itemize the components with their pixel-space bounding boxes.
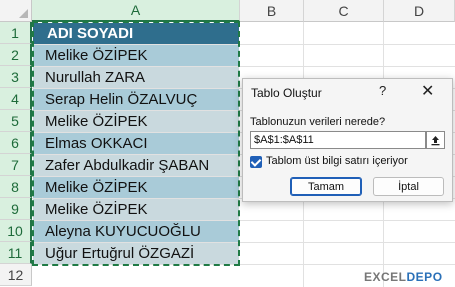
column-header-d[interactable]: D (384, 0, 455, 22)
column-header-c[interactable]: C (304, 0, 384, 22)
logo-text-accent: DEPO (406, 270, 443, 284)
row-header-9[interactable]: 9 (0, 198, 32, 220)
excel-depo-logo: EXCELDEPO (364, 270, 443, 284)
create-table-dialog: Tablo Oluştur ? ✕ Tablonuzun verileri ne… (242, 78, 453, 202)
row-header-7[interactable]: 7 (0, 154, 32, 176)
row-header-5[interactable]: 5 (0, 110, 32, 132)
row-header-12[interactable]: 12 (0, 264, 32, 286)
column-header-a[interactable]: A (32, 0, 240, 22)
row-header-2[interactable]: 2 (0, 44, 32, 66)
selection-marquee (32, 21, 240, 266)
dialog-title: Tablo Oluştur (251, 86, 322, 100)
close-icon[interactable]: ✕ (421, 81, 434, 101)
collapse-arrow-icon (431, 135, 440, 145)
row-header-8[interactable]: 8 (0, 176, 32, 198)
select-all-corner[interactable] (0, 0, 32, 22)
cancel-button[interactable]: İptal (373, 177, 444, 196)
header-row-checkbox[interactable] (250, 156, 262, 168)
ok-button[interactable]: Tamam (290, 177, 362, 196)
help-icon[interactable]: ? (379, 83, 386, 98)
range-input[interactable]: $A$1:$A$11 (250, 131, 426, 149)
range-label: Tablonuzun verileri nerede? (250, 116, 386, 128)
row-header-6[interactable]: 6 (0, 132, 32, 154)
header-row-checkbox-label: Tablom üst bilgi satırı içeriyor (266, 155, 408, 167)
logo-text: EXCEL (364, 270, 407, 284)
row-header-11[interactable]: 11 (0, 242, 32, 264)
row-header-3[interactable]: 3 (0, 66, 32, 88)
row-header-1[interactable]: 1 (0, 22, 32, 44)
row-header-10[interactable]: 10 (0, 220, 32, 242)
column-header-b[interactable]: B (240, 0, 304, 22)
range-picker-button[interactable] (426, 131, 445, 149)
row-header-4[interactable]: 4 (0, 88, 32, 110)
